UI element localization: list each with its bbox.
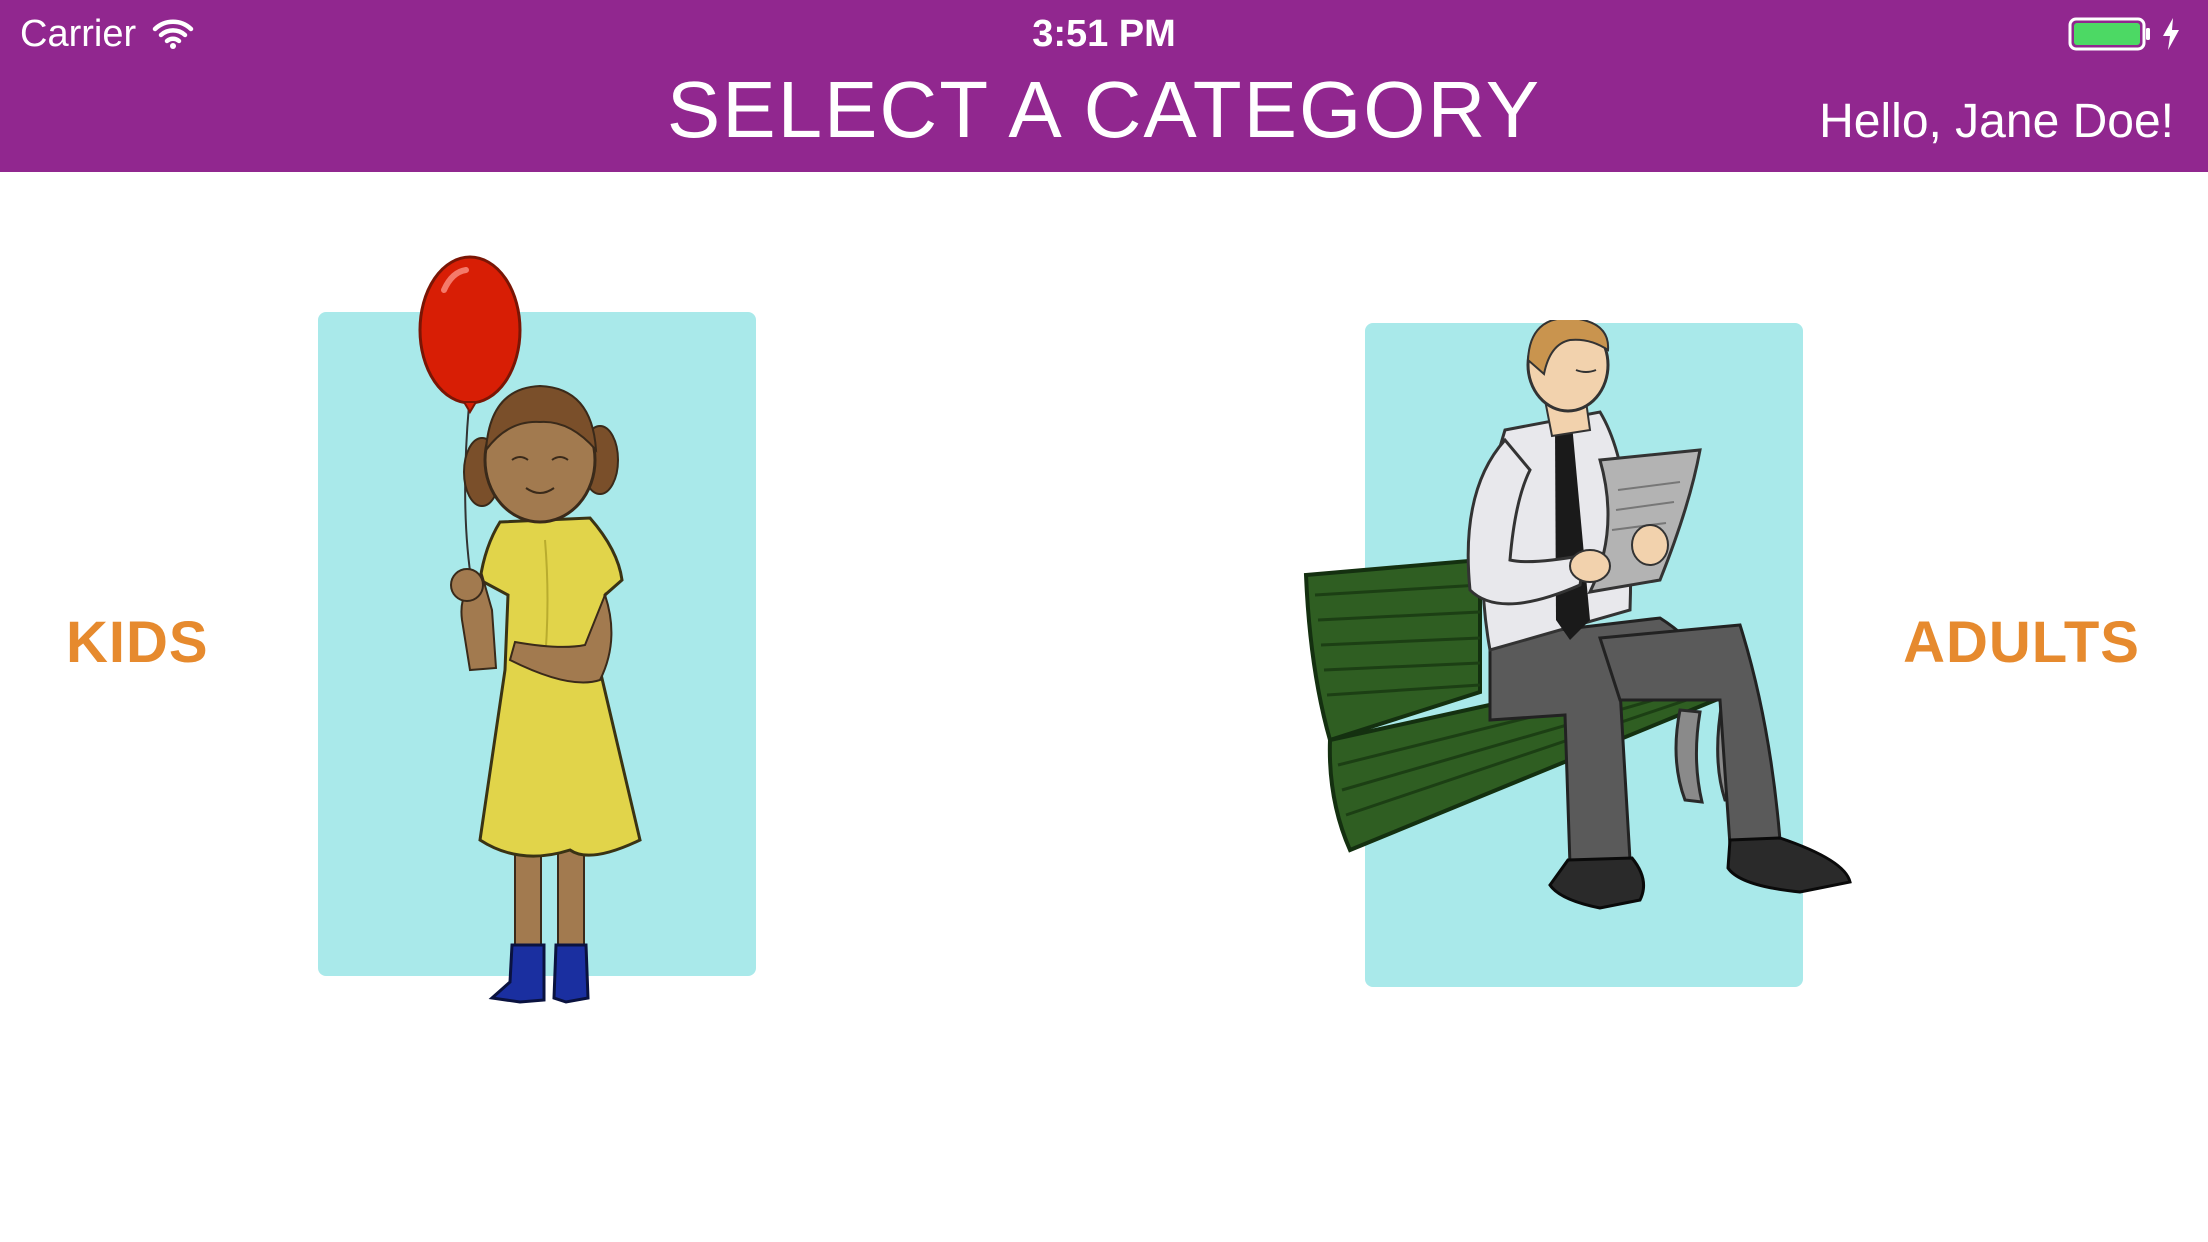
kids-category-label[interactable]: KIDS (66, 608, 209, 678)
man-bench-illustration[interactable] (1300, 320, 1880, 920)
charging-bolt-icon (2163, 18, 2179, 50)
adults-category-label[interactable]: ADULTS (1903, 608, 2140, 678)
header-bar: Carrier 3:51 PM SELECT A CATEGORY Hello,… (0, 0, 2208, 172)
status-time: 3:51 PM (1032, 13, 1176, 55)
battery-icon (2068, 17, 2150, 51)
girl-balloon-illustration[interactable] (400, 250, 680, 1030)
battery-indicator (2068, 16, 2182, 52)
user-greeting: Hello, Jane Doe! (1819, 95, 2174, 148)
